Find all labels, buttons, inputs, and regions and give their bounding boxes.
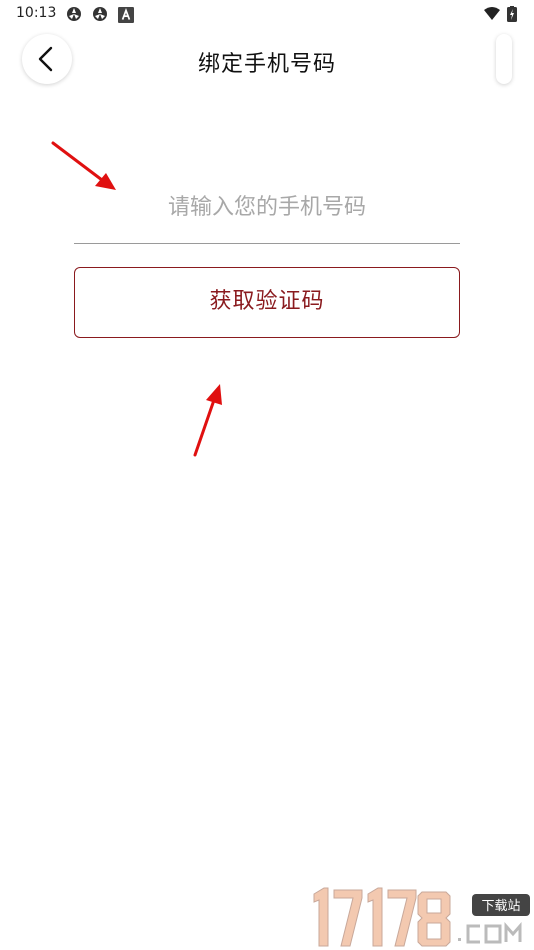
battery-icon: [507, 6, 517, 22]
watermark-logo: 下载站: [313, 887, 530, 947]
wifi-icon: [484, 7, 500, 20]
phone-number-input[interactable]: [74, 186, 460, 228]
get-verification-code-button[interactable]: 获取验证码: [74, 267, 460, 338]
app-notification-icon: [93, 7, 107, 21]
input-underline: [74, 243, 460, 244]
keyboard-icon: [118, 7, 134, 23]
menu-capsule[interactable]: [496, 34, 512, 84]
app-notification-icon: [67, 7, 81, 21]
page-title: 绑定手机号码: [197, 52, 336, 77]
status-time: 10:13: [16, 5, 57, 21]
svg-text:下载站: 下载站: [481, 899, 520, 914]
annotation-arrow-icon: [193, 384, 222, 457]
annotation-arrow-icon: [51, 141, 116, 190]
header: 绑定手机号码: [0, 28, 534, 94]
status-bar: 10:13: [0, 0, 534, 28]
